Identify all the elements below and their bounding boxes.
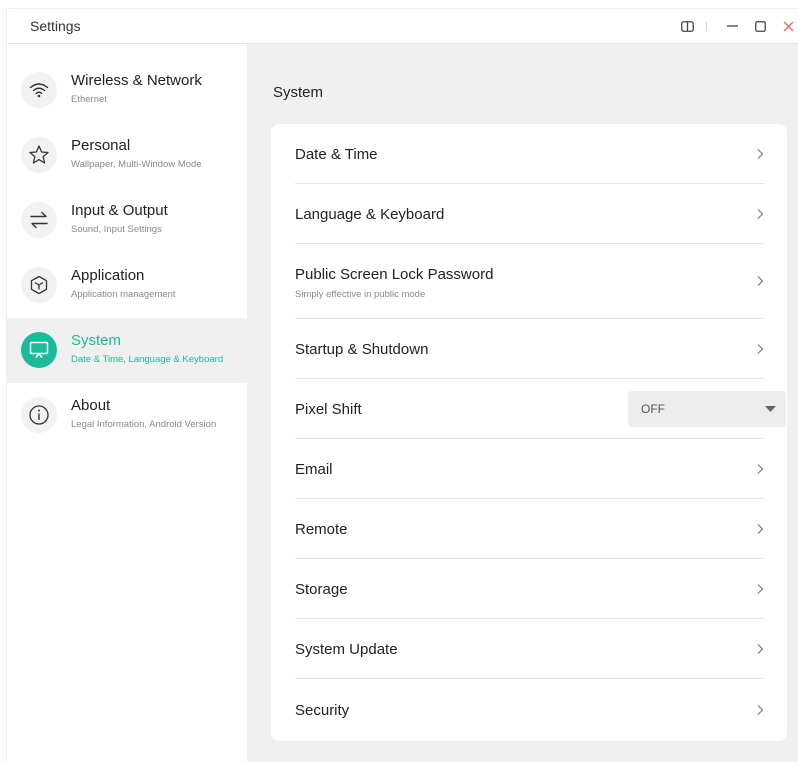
row-label: Date & Time [295,146,378,163]
settings-card: Date & Time Language & Keyboard Public S… [271,124,787,741]
row-subtitle: Simply effective in public mode [295,289,426,300]
row-startup-shutdown[interactable]: Startup & Shutdown [295,319,765,379]
sidebar-item-subtitle: Date & Time, Language & Keyboard [71,354,224,365]
minimize-button[interactable] [722,16,742,36]
split-window-icon [680,20,694,32]
row-label: Startup & Shutdown [295,341,429,358]
sidebar-item-application[interactable]: Application Application management [7,253,247,318]
cube-icon [21,267,57,303]
sidebar-item-subtitle: Ethernet [71,94,107,105]
sidebar-item-input-output[interactable]: Input & Output Sound, Input Settings [7,188,247,253]
title-bar: Settings [7,9,798,44]
chevron-right-icon [757,705,764,715]
maximize-icon [754,20,766,32]
title-bar-divider [706,22,707,31]
sidebar-item-title: Input & Output [71,202,168,219]
sidebar-item-subtitle: Sound, Input Settings [71,224,162,235]
main-content: System Date & Time Language & Keyboard P… [247,44,798,762]
sidebar-item-personal[interactable]: Personal Wallpaper, Multi-Window Mode [7,123,247,188]
sidebar-item-title: System [71,332,122,349]
row-label: Language & Keyboard [295,206,445,223]
row-label: Remote [295,521,348,538]
settings-window: Settings Wireless & Network Ethernet Per… [6,8,798,762]
minimize-icon [726,25,738,27]
sidebar-item-title: Wireless & Network [71,72,202,89]
info-icon [21,397,57,433]
row-email[interactable]: Email [295,439,765,499]
maximize-button[interactable] [750,16,770,36]
row-label: System Update [295,641,398,658]
star-icon [21,137,57,173]
sidebar-item-subtitle: Legal Information, Android Version [71,419,217,430]
pixel-shift-dropdown[interactable]: OFF [628,391,786,427]
row-language-keyboard[interactable]: Language & Keyboard [295,184,765,244]
row-system-update[interactable]: System Update [295,619,765,679]
sidebar-item-title: About [71,397,111,414]
sidebar-item-wireless-network[interactable]: Wireless & Network Ethernet [7,58,247,123]
sidebar: Wireless & Network Ethernet Personal Wal… [7,44,247,762]
close-icon [783,21,793,31]
row-date-time[interactable]: Date & Time [295,124,765,184]
sidebar-item-title: Application [71,267,145,284]
row-pixel-shift: Pixel Shift OFF [295,379,786,439]
chevron-right-icon [757,464,764,474]
sidebar-item-title: Personal [71,137,131,154]
close-button[interactable] [778,16,798,36]
row-label: Email [295,461,333,478]
row-public-screen-lock-password[interactable]: Public Screen Lock Password Simply effec… [295,244,765,319]
row-storage[interactable]: Storage [295,559,765,619]
monitor-icon [21,332,57,368]
dropdown-value: OFF [641,402,665,416]
sidebar-item-subtitle: Wallpaper, Multi-Window Mode [71,159,202,170]
section-title: System [273,84,324,101]
row-label: Public Screen Lock Password [295,266,494,283]
chevron-right-icon [757,344,764,354]
split-window-button[interactable] [677,16,697,36]
row-label: Storage [295,581,348,598]
chevron-right-icon [757,524,764,534]
row-security[interactable]: Security [295,679,765,739]
arrows-icon [21,202,57,238]
chevron-right-icon [757,644,764,654]
row-label: Pixel Shift [295,401,362,418]
caret-down-icon [765,406,776,412]
sidebar-item-subtitle: Application management [71,289,176,300]
row-label: Security [295,702,350,719]
chevron-right-icon [757,584,764,594]
sidebar-item-about[interactable]: About Legal Information, Android Version [7,383,247,448]
sidebar-item-system[interactable]: System Date & Time, Language & Keyboard [7,318,247,383]
row-remote[interactable]: Remote [295,499,765,559]
wifi-icon [21,72,57,108]
chevron-right-icon [757,149,764,159]
window-title: Settings [30,18,81,34]
chevron-right-icon [757,209,764,219]
chevron-right-icon [757,276,764,286]
